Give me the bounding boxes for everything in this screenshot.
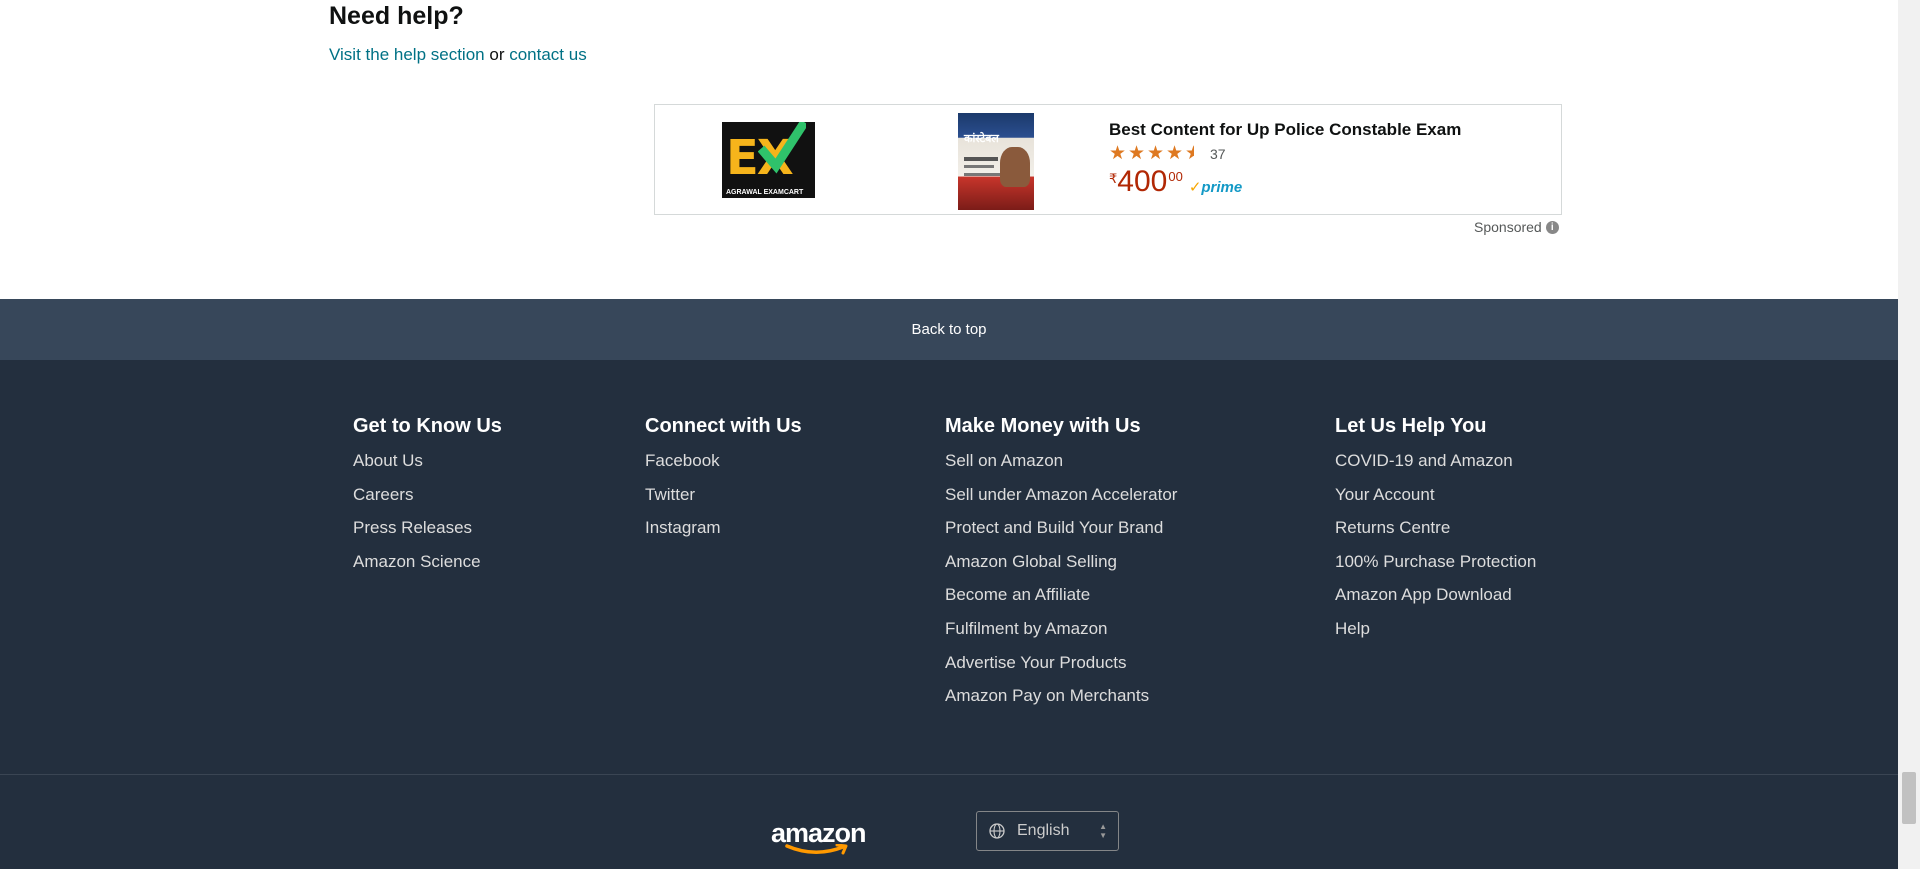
ad-price: ₹ 400 00 ✓prime [1109,165,1242,199]
ad-rating[interactable]: ★ ★ ★ ★ ★ 37 [1109,143,1226,164]
footer-column-make-money-with-us: Make Money with Us Sell on Amazon Sell u… [945,415,1177,719]
footer-link[interactable]: Instagram [645,517,802,551]
footer-link[interactable]: Amazon Science [353,551,502,585]
brand-logo[interactable]: EX AGRAWAL EXAMCART [722,122,815,198]
star-full-icon: ★ [1128,143,1146,164]
ad-product-title[interactable]: Best Content for Up Police Constable Exa… [1109,120,1461,140]
star-full-icon: ★ [1109,143,1127,164]
footer-link[interactable]: Become an Affiliate [945,584,1177,618]
star-half-icon: ★ [1185,143,1203,164]
book-cover-line [964,157,998,161]
book-cover-line [964,165,994,168]
product-image[interactable]: कांस्टेबल [958,113,1034,210]
prime-check-icon: ✓ [1188,179,1202,196]
scrollbar-thumb[interactable] [1902,772,1916,824]
footer-column-title: Let Us Help You [1335,415,1487,437]
sort-arrows-icon: ▲ ▼ [1099,822,1107,840]
footer-link[interactable]: Twitter [645,484,802,518]
footer-column-title: Connect with Us [645,415,802,437]
brand-logo-caption: AGRAWAL EXAMCART [726,189,804,196]
footer-link[interactable]: Help [1335,618,1536,652]
footer-link[interactable]: Returns Centre [1335,517,1536,551]
footer-link[interactable]: Sell under Amazon Accelerator [945,484,1177,518]
sponsored-text: Sponsored [1474,219,1542,235]
star-full-icon: ★ [1147,143,1165,164]
footer-link[interactable]: Your Account [1335,484,1536,518]
prime-badge: ✓prime [1189,178,1242,196]
footer-column-title: Make Money with Us [945,415,1141,437]
help-section-link[interactable]: Visit the help section [329,45,485,64]
prime-label: prime [1201,179,1243,196]
footer-column-get-to-know-us: Get to Know Us About Us Careers Press Re… [353,415,502,584]
footer-link[interactable]: 100% Purchase Protection [1335,551,1536,585]
price-fraction: 00 [1168,169,1183,184]
amazon-logo[interactable]: amazon [771,818,871,855]
price-currency: ₹ [1109,171,1118,186]
smile-arrow-icon [785,844,848,855]
footer: Get to Know Us About Us Careers Press Re… [0,360,1898,869]
info-icon[interactable]: i [1545,220,1559,234]
footer-link[interactable]: Fulfilment by Amazon [945,618,1177,652]
star-full-icon: ★ [1166,143,1184,164]
language-selector[interactable]: English ▲ ▼ [976,811,1119,851]
footer-link[interactable]: COVID-19 and Amazon [1335,450,1536,484]
or-text: or [489,45,505,64]
help-line: Visit the help section or contact us [329,45,587,65]
footer-divider [0,774,1898,775]
footer-column-let-us-help-you: Let Us Help You COVID-19 and Amazon Your… [1335,415,1536,652]
book-cover-figure [1000,147,1030,187]
footer-link[interactable]: Facebook [645,450,802,484]
star-rating: ★ ★ ★ ★ ★ [1109,143,1204,164]
footer-link[interactable]: Advertise Your Products [945,652,1177,686]
footer-link[interactable]: Protect and Build Your Brand [945,517,1177,551]
price-whole: 400 [1117,165,1168,198]
footer-link[interactable]: Press Releases [353,517,502,551]
book-cover-line [964,173,1000,176]
footer-column-connect-with-us: Connect with Us Facebook Twitter Instagr… [645,415,802,551]
sponsored-ad[interactable]: EX AGRAWAL EXAMCART कांस्टेबल Best Conte… [654,104,1562,215]
footer-link[interactable]: Sell on Amazon [945,450,1177,484]
globe-icon [989,823,1005,839]
rating-count[interactable]: 37 [1210,146,1226,162]
need-help-heading: Need help? [329,2,464,30]
page-scrollbar[interactable] [1898,0,1920,869]
page: Need help? Visit the help section or con… [0,0,1898,869]
footer-link[interactable]: Careers [353,484,502,518]
footer-link[interactable]: About Us [353,450,502,484]
checkmark-icon [758,122,806,174]
sponsored-label[interactable]: Sponsored i [1474,219,1559,235]
footer-link[interactable]: Amazon Global Selling [945,551,1177,585]
back-to-top-button[interactable]: Back to top [0,299,1898,360]
footer-link[interactable]: Amazon App Download [1335,584,1536,618]
contact-us-link[interactable]: contact us [509,45,587,64]
language-label: English [1017,822,1070,839]
book-cover-title: कांस्टेबल [964,133,999,145]
footer-link[interactable]: Amazon Pay on Merchants [945,685,1177,719]
footer-column-title: Get to Know Us [353,415,502,437]
